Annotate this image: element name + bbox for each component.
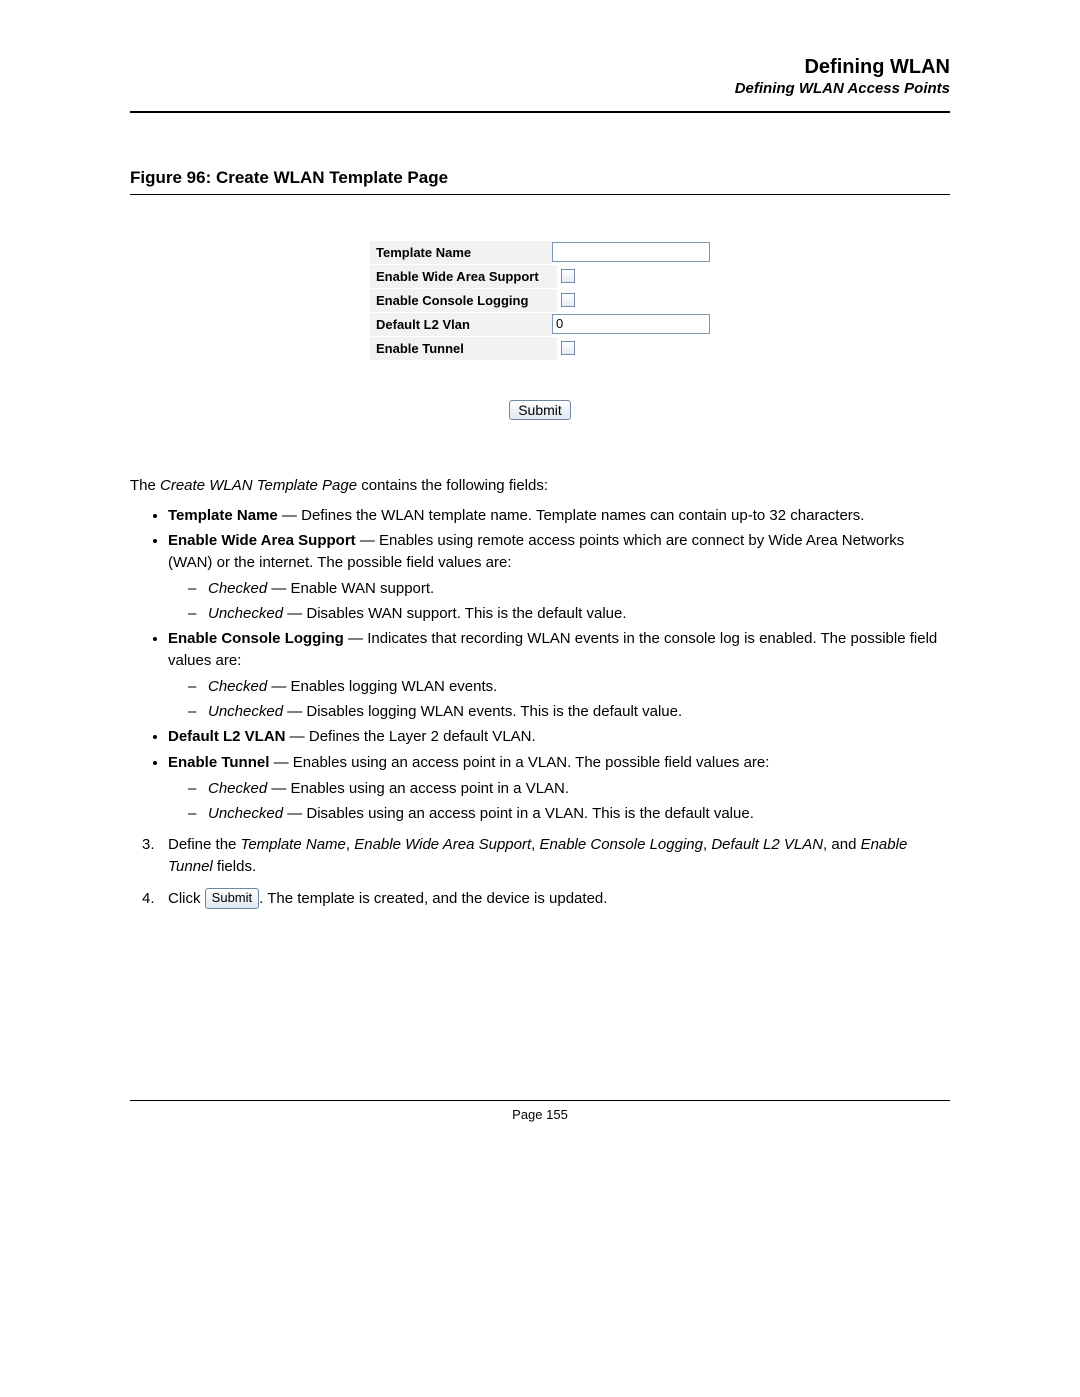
field-desc: Enables using an access point in a VLAN.… — [293, 754, 770, 771]
field-enable-log: Enable Console Logging — Indicates that … — [168, 628, 950, 722]
checkbox-enable-wan[interactable] — [561, 269, 575, 283]
label-default-l2: Default L2 Vlan — [370, 312, 552, 336]
body-text: The Create WLAN Template Page contains t… — [130, 475, 950, 910]
field-list: Template Name — Defines the WLAN templat… — [130, 505, 950, 825]
page-number: Page 155 — [512, 1107, 568, 1122]
log-unchecked: Unchecked — Disables logging WLAN events… — [208, 701, 950, 723]
tunnel-checked: Checked — Enables using an access point … — [208, 778, 950, 800]
page-footer: Page 155 — [0, 1100, 1080, 1122]
field-desc: Defines the Layer 2 default VLAN. — [309, 728, 536, 745]
form-row-enable-tunnel: Enable Tunnel — [370, 336, 710, 360]
figure-caption: Figure 96: Create WLAN Template Page — [130, 168, 950, 188]
step-3: Define the Template Name, Enable Wide Ar… — [168, 834, 950, 878]
checkbox-enable-log[interactable] — [561, 293, 575, 307]
running-head-main: Defining WLAN — [130, 55, 950, 80]
intro-paragraph: The Create WLAN Template Page contains t… — [130, 475, 950, 497]
label-enable-tunnel: Enable Tunnel — [370, 336, 557, 360]
input-default-l2[interactable] — [552, 314, 710, 334]
wan-unchecked: Unchecked — Disables WAN support. This i… — [208, 603, 950, 625]
field-template-name: Template Name — Defines the WLAN templat… — [168, 505, 950, 527]
form-row-template-name: Template Name — [370, 240, 710, 264]
label-enable-wan: Enable Wide Area Support — [370, 264, 557, 288]
field-enable-tunnel: Enable Tunnel — Enables using an access … — [168, 752, 950, 824]
intro-lead: The — [130, 477, 160, 494]
field-desc: Defines the WLAN template name. Template… — [301, 507, 864, 524]
running-head-sub: Defining WLAN Access Points — [130, 80, 950, 99]
intro-rest: contains the following fields: — [357, 477, 548, 494]
form-row-enable-wan: Enable Wide Area Support — [370, 264, 710, 288]
field-name: Enable Tunnel — [168, 754, 269, 771]
footer-rule — [130, 1100, 950, 1101]
input-template-name[interactable] — [552, 242, 710, 262]
field-name: Enable Console Logging — [168, 630, 344, 647]
label-template-name: Template Name — [370, 240, 552, 264]
steps-list: Define the Template Name, Enable Wide Ar… — [130, 834, 950, 909]
document-page: Defining WLAN Defining WLAN Access Point… — [0, 0, 1080, 1397]
log-checked: Checked — Enables logging WLAN events. — [208, 676, 950, 698]
form-row-default-l2: Default L2 Vlan — [370, 312, 710, 336]
figure-rule — [130, 194, 950, 195]
form-screenshot: Template Name Enable Wide Area Support E… — [370, 240, 710, 420]
field-default-l2: Default L2 VLAN — Defines the Layer 2 de… — [168, 726, 950, 748]
intro-page-name: Create WLAN Template Page — [160, 477, 357, 494]
running-head: Defining WLAN Defining WLAN Access Point… — [130, 55, 950, 99]
form-row-enable-log: Enable Console Logging — [370, 288, 710, 312]
field-name: Default L2 VLAN — [168, 728, 286, 745]
submit-button[interactable]: Submit — [509, 400, 571, 420]
field-enable-wan: Enable Wide Area Support — Enables using… — [168, 530, 950, 624]
label-enable-log: Enable Console Logging — [370, 288, 557, 312]
header-rule — [130, 111, 950, 113]
wan-checked: Checked — Enable WAN support. — [208, 578, 950, 600]
checkbox-enable-tunnel[interactable] — [561, 341, 575, 355]
step-4: Click Submit. The template is created, a… — [168, 888, 950, 910]
field-name: Enable Wide Area Support — [168, 532, 356, 549]
submit-button-inline: Submit — [205, 888, 259, 909]
field-name: Template Name — [168, 507, 278, 524]
tunnel-unchecked: Unchecked — Disables using an access poi… — [208, 803, 950, 825]
